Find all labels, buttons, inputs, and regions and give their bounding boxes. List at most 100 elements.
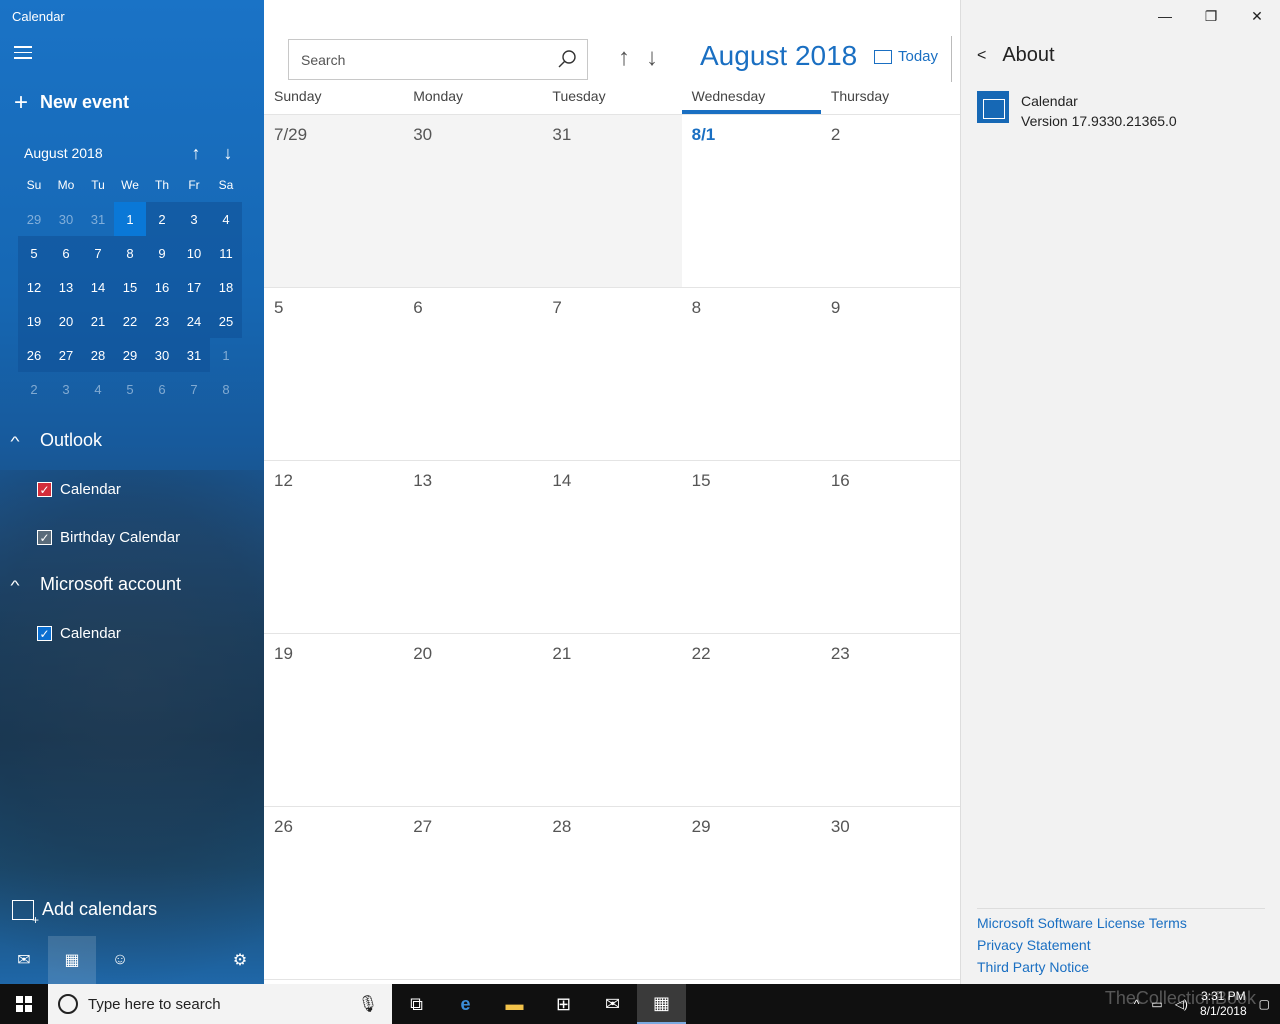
mail-icon[interactable]: ✉ — [0, 936, 48, 984]
third-party-notice-link[interactable]: Third Party Notice — [977, 956, 1265, 978]
start-button[interactable] — [0, 984, 48, 1024]
day-cell[interactable]: 8 — [682, 288, 821, 460]
gear-icon[interactable]: ⚙ — [216, 936, 264, 984]
day-cell[interactable]: 31 — [542, 115, 682, 287]
day-cell[interactable]: 21 — [542, 634, 681, 806]
mini-calendar-day[interactable]: 30 — [50, 202, 82, 236]
day-cell[interactable]: 7 — [542, 288, 681, 460]
close-icon[interactable]: ✕ — [1234, 0, 1280, 32]
search-icon[interactable] — [557, 49, 577, 69]
mini-calendar-day[interactable]: 8 — [210, 372, 242, 406]
day-cell[interactable]: 7/29 — [264, 115, 404, 287]
day-cell[interactable]: 9 — [821, 288, 960, 460]
checkbox[interactable]: ✓ — [37, 482, 52, 497]
day-cell[interactable]: 19 — [264, 634, 403, 806]
mini-calendar-day[interactable]: 13 — [50, 270, 82, 304]
mini-calendar-day[interactable]: 11 — [210, 236, 242, 270]
today-button[interactable]: Today — [874, 48, 938, 65]
group-outlook[interactable]: ^ Outlook — [10, 430, 102, 451]
day-cell[interactable]: 12 — [264, 461, 403, 633]
checkbox[interactable]: ✓ — [37, 626, 52, 641]
mini-calendar-day[interactable]: 8 — [114, 236, 146, 270]
privacy-statement-link[interactable]: Privacy Statement — [977, 934, 1265, 956]
previous-month-arrow-icon[interactable]: ↑ — [180, 143, 212, 164]
next-month-arrow-icon[interactable]: ↓ — [212, 143, 244, 164]
day-cell[interactable]: 5 — [264, 288, 403, 460]
back-arrow-icon[interactable]: < — [977, 47, 986, 65]
calendar-item-outlook-calendar[interactable]: ✓ Calendar — [37, 481, 121, 498]
next-arrow-icon[interactable]: ↓ — [646, 44, 658, 72]
mini-calendar-day[interactable]: 31 — [82, 202, 114, 236]
chevron-up-icon[interactable]: ^ — [1134, 997, 1140, 1011]
mini-calendar-day[interactable]: 31 — [178, 338, 210, 372]
mini-calendar-day[interactable]: 17 — [178, 270, 210, 304]
day-cell[interactable]: 2 — [821, 115, 960, 287]
mini-calendar-day[interactable]: 27 — [50, 338, 82, 372]
store-icon[interactable]: ⊞ — [539, 984, 588, 1024]
day-cell[interactable]: 28 — [542, 807, 681, 979]
mini-calendar-day[interactable]: 3 — [50, 372, 82, 406]
minimize-icon[interactable]: — — [1142, 0, 1188, 32]
day-cell[interactable]: 16 — [821, 461, 960, 633]
day-cell[interactable]: 6 — [403, 288, 542, 460]
mini-calendar-day[interactable]: 5 — [18, 236, 50, 270]
mini-calendar-day[interactable]: 2 — [146, 202, 178, 236]
mini-calendar-day[interactable]: 22 — [114, 304, 146, 338]
mini-calendar-day[interactable]: 5 — [114, 372, 146, 406]
day-cell[interactable]: 8/1 — [682, 115, 821, 287]
task-view-icon[interactable]: ⧉ — [392, 984, 441, 1024]
day-cell[interactable]: 20 — [403, 634, 542, 806]
mini-calendar-day[interactable]: 16 — [146, 270, 178, 304]
day-cell[interactable]: 30 — [821, 807, 960, 979]
search-input[interactable]: Search — [288, 39, 588, 80]
add-calendars-button[interactable]: Add calendars — [12, 899, 157, 927]
mini-calendar-day[interactable]: 4 — [82, 372, 114, 406]
mini-calendar-day[interactable]: 12 — [18, 270, 50, 304]
day-cell[interactable]: 29 — [682, 807, 821, 979]
restore-icon[interactable]: ❐ — [1188, 0, 1234, 32]
day-cell[interactable]: 15 — [682, 461, 821, 633]
mini-calendar-day[interactable]: 9 — [146, 236, 178, 270]
day-cell[interactable]: 26 — [264, 807, 403, 979]
day-cell[interactable]: 22 — [682, 634, 821, 806]
mini-calendar-day[interactable]: 6 — [50, 236, 82, 270]
calendar-item-birthday-calendar[interactable]: ✓ Birthday Calendar — [37, 529, 180, 546]
mini-calendar-day[interactable]: 30 — [146, 338, 178, 372]
group-microsoft-account[interactable]: ^ Microsoft account — [10, 574, 181, 595]
new-event-button[interactable]: + New event — [14, 90, 129, 114]
mini-calendar-day[interactable]: 4 — [210, 202, 242, 236]
mini-calendar-day[interactable]: 23 — [146, 304, 178, 338]
day-cell[interactable]: 27 — [403, 807, 542, 979]
mini-calendar-title[interactable]: August 2018 — [24, 145, 180, 161]
mini-calendar-day[interactable]: 21 — [82, 304, 114, 338]
calendar-icon[interactable]: ▦ — [637, 984, 686, 1024]
mini-calendar-day[interactable]: 26 — [18, 338, 50, 372]
mini-calendar-day[interactable]: 25 — [210, 304, 242, 338]
mini-calendar-day[interactable]: 28 — [82, 338, 114, 372]
mini-calendar-day[interactable]: 29 — [114, 338, 146, 372]
file-explorer-icon[interactable]: ▬ — [490, 984, 539, 1024]
hamburger-menu-icon[interactable] — [14, 46, 34, 64]
people-icon[interactable]: ☺ — [96, 936, 144, 984]
mini-calendar-day[interactable]: 7 — [178, 372, 210, 406]
license-terms-link[interactable]: Microsoft Software License Terms — [977, 912, 1265, 934]
mini-calendar-day[interactable]: 2 — [18, 372, 50, 406]
day-cell[interactable]: 14 — [542, 461, 681, 633]
mini-calendar-day[interactable]: 6 — [146, 372, 178, 406]
microphone-icon[interactable]: 🎙 — [358, 994, 378, 1014]
day-cell[interactable]: 23 — [821, 634, 960, 806]
mini-calendar-day[interactable]: 24 — [178, 304, 210, 338]
mini-calendar-day[interactable]: 19 — [18, 304, 50, 338]
network-icon[interactable]: ▭ — [1151, 997, 1162, 1011]
previous-arrow-icon[interactable]: ↑ — [618, 44, 630, 72]
taskbar-search[interactable]: Type here to search 🎙 — [48, 984, 392, 1024]
mini-calendar-day[interactable]: 29 — [18, 202, 50, 236]
mini-calendar-day[interactable]: 3 — [178, 202, 210, 236]
mail-icon[interactable]: ✉ — [588, 984, 637, 1024]
calendar-icon[interactable]: ▦ — [48, 936, 96, 984]
volume-icon[interactable]: ◁) — [1175, 997, 1188, 1011]
mini-calendar-day[interactable]: 1 — [210, 338, 242, 372]
day-cell[interactable]: 30 — [403, 115, 543, 287]
mini-calendar-day[interactable]: 14 — [82, 270, 114, 304]
day-cell[interactable]: 13 — [403, 461, 542, 633]
